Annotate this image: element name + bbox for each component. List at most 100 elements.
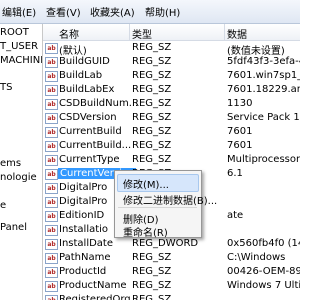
table-row[interactable]: ab PathName REG_SZ C:\Windows	[43, 251, 300, 265]
value-data: 7601	[227, 126, 253, 137]
tree-item[interactable]: MACHINI	[0, 55, 42, 66]
value-type: REG_SZ	[132, 154, 172, 165]
value-data: C:\Windows	[227, 252, 286, 263]
tree-item[interactable]: T_USER	[0, 41, 38, 52]
table-row[interactable]: ab CSDVersion REG_SZ Service Pack 1	[43, 111, 300, 125]
column-data[interactable]: 数据	[227, 26, 247, 41]
value-name: BuildGUID	[59, 56, 110, 67]
string-value-icon: ab	[45, 267, 58, 278]
string-value-icon: ab	[45, 239, 58, 250]
value-type: REG_SZ	[132, 42, 172, 53]
value-name: CurrentType	[59, 154, 120, 165]
value-type: REG_SZ	[132, 140, 172, 151]
value-type: REG_SZ	[132, 98, 172, 109]
value-data: 7601	[227, 140, 253, 151]
string-value-icon: ab	[45, 113, 58, 124]
value-data: Windows 7 Ultimate	[227, 280, 300, 291]
value-data: 6.1	[227, 168, 243, 179]
value-type: REG_SZ	[132, 84, 172, 95]
value-type: REG_SZ	[132, 112, 172, 123]
table-row[interactable]: abBuildLabEx REG_SZ 7601.18229.amd64fre.w	[43, 83, 300, 97]
value-data: 1130	[227, 98, 253, 109]
modify-menu-item[interactable]: 修改(M)...	[123, 176, 169, 191]
tree-item[interactable]: e	[0, 200, 6, 211]
string-value-icon: ab	[45, 225, 58, 236]
table-row[interactable]: ab CurrentBuild... REG_SZ 7601	[43, 139, 300, 153]
value-data: 7601.18229.amd64fre.w	[227, 84, 300, 95]
menu-view[interactable]: 查看(V)	[46, 4, 81, 19]
value-name: CurrentBuild...	[59, 140, 132, 151]
table-row[interactable]: abProductName REG_SZ Windows 7 Ultimate	[43, 279, 300, 293]
string-value-icon: ab	[45, 155, 58, 166]
table-row[interactable]: abProductId REG_SZ 00426-OEM-8992662-0	[43, 265, 300, 279]
string-value-icon: ab	[45, 71, 58, 82]
value-data: 0x560fb4f0 (144389959	[227, 238, 300, 249]
string-value-icon: ab	[45, 197, 58, 208]
tree-item[interactable]: TS	[0, 82, 12, 93]
menu-help[interactable]: 帮助(H)	[145, 4, 180, 19]
table-row[interactable]: abBuildGUID REG_SZ 5fdf43f3-3efa-44df-88f	[43, 55, 300, 69]
value-data: Service Pack 1	[227, 112, 300, 123]
value-name: Installatio	[59, 224, 109, 235]
table-row[interactable]: abRegisteredOrg...REG_SZ	[43, 293, 300, 300]
tree-item[interactable]: ems	[0, 158, 21, 169]
column-name[interactable]: 名称	[59, 26, 79, 41]
table-row[interactable]: ab CurrentBuild REG_SZ 7601	[43, 125, 300, 139]
value-data: ate	[227, 210, 244, 221]
rename-menu-item[interactable]: 重命名(R)	[123, 224, 168, 239]
value-type: REG_SZ	[132, 280, 172, 291]
value-name: CSDVersion	[59, 112, 117, 123]
value-data: 7601.win7sp1_gdr.1308	[227, 70, 300, 81]
string-value-icon: ab	[45, 281, 58, 292]
value-data: Multiprocessor Free	[227, 154, 300, 165]
value-type: REG_SZ	[132, 56, 172, 67]
string-value-icon: ab	[45, 57, 58, 68]
column-type[interactable]: 类型	[132, 26, 152, 41]
value-name: DigitalPro	[59, 196, 108, 207]
value-name: BuildLab	[59, 70, 103, 81]
value-type: REG_DWORD	[132, 238, 199, 249]
value-type: REG_SZ	[132, 126, 172, 137]
value-type: REG_SZ	[132, 70, 172, 81]
table-row[interactable]: abCurrentType REG_SZ Multiprocessor Free	[43, 153, 300, 167]
tree-item[interactable]: ROOT	[0, 27, 29, 38]
list-header: 名称 类型 数据	[43, 24, 300, 41]
value-name: DigitalPro	[59, 182, 108, 193]
string-value-icon: ab	[45, 295, 58, 300]
table-row[interactable]: abBuildLab REG_SZ 7601.win7sp1_gdr.1308	[43, 69, 300, 83]
string-value-icon: ab	[45, 141, 58, 152]
string-value-icon: ab	[45, 183, 58, 194]
value-list[interactable]: 名称 类型 数据 ab (默认) REG_SZ (数值未设置) ab BuildGUID R…	[43, 24, 300, 300]
string-value-icon: ab	[45, 169, 58, 180]
value-name: CSDBuildNum...	[59, 98, 139, 109]
value-name: RegisteredOrg...	[59, 294, 141, 300]
string-value-icon: ab	[45, 43, 58, 54]
menu-favorites[interactable]: 收藏夹(A)	[90, 4, 135, 19]
string-value-icon: ab	[45, 127, 58, 138]
value-name: ProductName	[59, 280, 127, 291]
modify-binary-menu-item[interactable]: 修改二进制数据(B)...	[123, 192, 217, 207]
value-type: REG_SZ	[132, 294, 172, 300]
string-value-icon: ab	[45, 253, 58, 264]
value-name: BuildLabEx	[59, 84, 115, 95]
tree-item[interactable]: nologie	[0, 172, 37, 183]
value-type: REG_SZ	[132, 266, 172, 277]
menu-bar: 编辑(E) 查看(V) 收藏夹(A) 帮助(H)	[0, 0, 300, 24]
menu-separator	[118, 207, 197, 208]
string-value-icon: ab	[45, 85, 58, 96]
table-row[interactable]: abInstallDate REG_DWORD 0x560fb4f0 (144389…	[43, 237, 300, 251]
string-value-icon: ab	[45, 99, 58, 110]
value-type: REG_SZ	[132, 252, 172, 263]
value-name: CurrentBuild	[59, 126, 122, 137]
value-data: 5fdf43f3-3efa-44df-88f	[227, 56, 300, 67]
table-row[interactable]: ab (默认) REG_SZ (数值未设置)	[43, 41, 300, 57]
string-value-icon: ab	[45, 211, 58, 222]
tree-item[interactable]: Panel	[0, 222, 27, 233]
value-data: 00426-OEM-8992662-0	[227, 266, 300, 277]
table-row[interactable]: ab CSDBuildNum... REG_SZ 1130	[43, 97, 300, 111]
value-name: EditionID	[59, 210, 105, 221]
menu-edit[interactable]: 编辑(E)	[2, 4, 36, 19]
value-name: ProductId	[59, 266, 107, 277]
registry-tree[interactable]: ROOT T_USER MACHINI TS ems nologie e Pan…	[0, 24, 43, 300]
context-menu: 修改(M)... 修改二进制数据(B)... 删除(D) 重命名(R)	[114, 170, 217, 239]
